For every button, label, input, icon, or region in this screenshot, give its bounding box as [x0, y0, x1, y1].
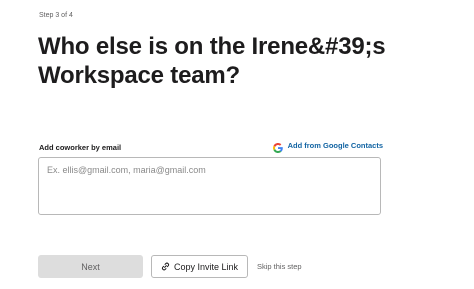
- add-from-google-contacts-link[interactable]: Add from Google Contacts: [272, 140, 383, 153]
- link-icon: [161, 262, 170, 271]
- coworker-email-input[interactable]: [38, 157, 381, 215]
- google-icon: [272, 140, 283, 153]
- next-button[interactable]: Next: [38, 255, 143, 278]
- page-title: Who else is on the Irene&#39;s Workspace…: [38, 33, 386, 89]
- copy-invite-link-label: Copy Invite Link: [174, 261, 239, 272]
- step-indicator: Step 3 of 4: [39, 12, 73, 19]
- copy-invite-link-button[interactable]: Copy Invite Link: [151, 255, 249, 278]
- email-field-label: Add coworker by email: [39, 143, 122, 152]
- google-contacts-label: Add from Google Contacts: [287, 140, 383, 150]
- skip-step-link[interactable]: Skip this step: [257, 262, 302, 271]
- invite-coworkers-page: Step 3 of 4 Who else is on the Irene&#39…: [0, 0, 474, 289]
